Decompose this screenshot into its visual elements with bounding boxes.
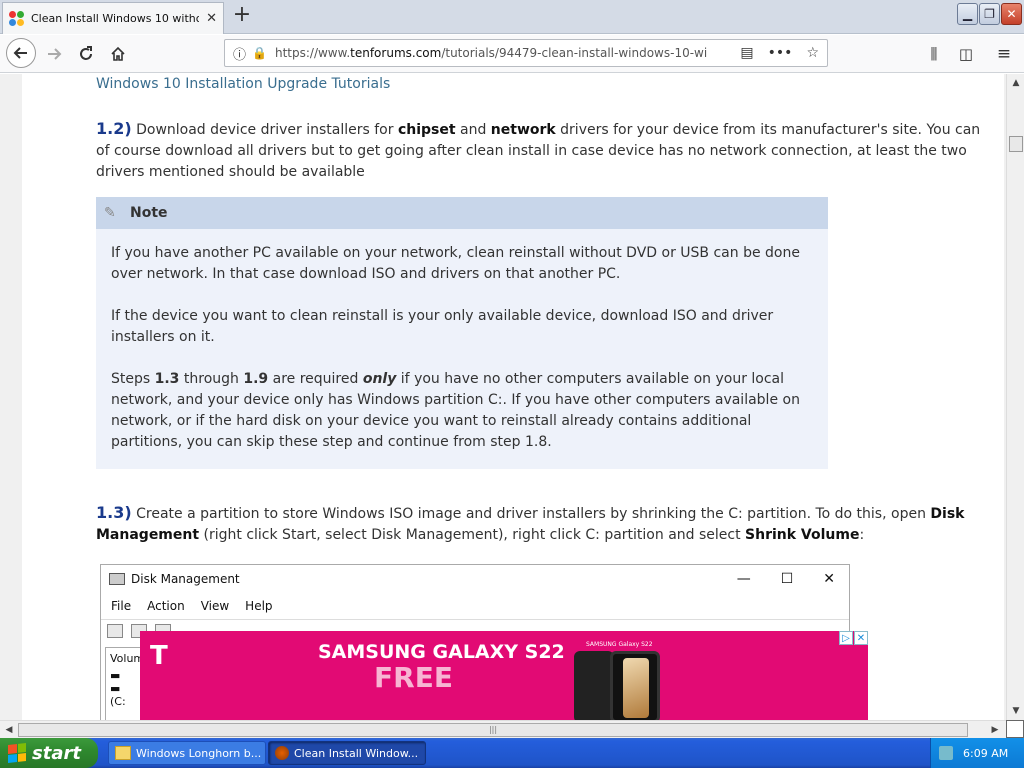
tab-title: Clean Install Windows 10 without: [31, 12, 199, 25]
dm-menu-view: View: [200, 599, 230, 613]
network-tray-icon[interactable]: [939, 746, 953, 760]
dm-menu-action: Action: [147, 599, 185, 613]
scroll-down-icon[interactable]: ▼: [1009, 704, 1023, 718]
dm-titlebar: Disk Management — ☐ ✕: [101, 565, 849, 593]
tab-bar: Clean Install Windows 10 without ✕ + ▁ ❐…: [0, 0, 1024, 34]
scroll-left-icon[interactable]: ◀: [2, 723, 16, 737]
dm-minimize-icon: —: [736, 571, 751, 587]
note-pencil-icon: ✎: [104, 205, 116, 221]
url-text[interactable]: https://www.tenforums.com/tutorials/9447…: [275, 46, 740, 60]
home-icon: [111, 46, 125, 61]
forward-arrow-icon: [48, 48, 62, 60]
clock: 6:09 AM: [963, 746, 1009, 760]
dm-menu-help: Help: [245, 599, 273, 613]
tenforums-favicon-icon: [9, 10, 25, 27]
dm-menubar: File Action View Help: [101, 593, 849, 619]
horizontal-scrollbar[interactable]: ◀ ||| ▶: [0, 720, 1006, 738]
sidebar-icon: ◫: [958, 45, 974, 63]
window-controls: ▁ ❐ ✕: [957, 3, 1022, 25]
reader-view-icon[interactable]: ▤: [740, 45, 753, 61]
bookmark-star-icon[interactable]: ☆: [806, 45, 819, 61]
tab-close-icon[interactable]: ✕: [206, 11, 217, 26]
new-tab-button[interactable]: +: [230, 4, 254, 28]
ad-subtitle: FREE: [374, 661, 453, 694]
note-paragraph: If the device you want to clean reinstal…: [111, 308, 774, 345]
page-viewport: Windows 10 Installation Upgrade Tutorial…: [0, 74, 1024, 720]
step-1-3: 1.3) Create a partition to store Windows…: [96, 503, 965, 543]
dm-close-icon: ✕: [823, 571, 835, 587]
horizontal-scroll-thumb[interactable]: |||: [18, 723, 968, 737]
t-mobile-logo: T: [150, 641, 168, 671]
vertical-scroll-thumb[interactable]: [1009, 136, 1023, 152]
ad-title: SAMSUNG GALAXY S22: [318, 641, 565, 663]
note-body: If you have another PC available on your…: [96, 229, 828, 453]
note-box: ✎ Note If you have another PC available …: [96, 197, 828, 469]
menu-button[interactable]: ≡: [990, 40, 1018, 68]
dm-back-icon: [107, 623, 123, 638]
navigation-toolbar: ⓘ 🔒 https://www.tenforums.com/tutorials/…: [0, 35, 1024, 73]
start-label: start: [32, 742, 81, 764]
windows-flag-icon: [8, 743, 26, 763]
tab-active[interactable]: Clean Install Windows 10 without ✕: [2, 2, 224, 34]
article-content: Windows 10 Installation Upgrade Tutorial…: [22, 74, 1004, 720]
minimize-button[interactable]: ▁: [957, 3, 978, 25]
dm-volume-list: Volum ▬ ▬ (C:: [105, 647, 145, 720]
firefox-icon: [275, 746, 289, 760]
adchoices-icon[interactable]: ▷: [839, 631, 853, 645]
dm-maximize-icon: ☐: [780, 571, 794, 587]
hamburger-menu-icon: ≡: [996, 44, 1012, 64]
dm-menu-file: File: [111, 599, 132, 613]
taskbar-item-explorer[interactable]: Windows Longhorn b...: [108, 741, 266, 765]
address-bar[interactable]: ⓘ 🔒 https://www.tenforums.com/tutorials/…: [224, 39, 828, 67]
start-button[interactable]: start: [0, 738, 98, 768]
step-1-2: 1.2) Download device driver installers f…: [96, 119, 981, 180]
scroll-up-icon[interactable]: ▲: [1009, 76, 1023, 90]
sidebar-button[interactable]: ◫: [952, 40, 980, 68]
restore-button[interactable]: ❐: [979, 3, 1000, 25]
page-actions-icon[interactable]: •••: [768, 45, 793, 61]
dm-title: Disk Management: [131, 572, 240, 586]
forward-button[interactable]: [40, 40, 68, 68]
note-heading: Note: [130, 205, 168, 221]
advertisement-banner[interactable]: T SAMSUNG GALAXY S22 FREE SAMSUNG Galaxy…: [140, 631, 868, 720]
scroll-corner: [1006, 720, 1024, 738]
dm-list-header: Volum: [110, 652, 145, 665]
reload-icon: [80, 46, 92, 60]
reload-button[interactable]: [72, 40, 100, 68]
note-paragraph: If you have another PC available on your…: [111, 245, 800, 282]
breadcrumb-link[interactable]: Windows 10 Installation Upgrade Tutorial…: [96, 76, 390, 92]
close-window-button[interactable]: ✕: [1001, 3, 1022, 25]
note-header: ✎ Note: [96, 197, 828, 229]
vertical-scrollbar[interactable]: ▲ ▼: [1006, 74, 1024, 720]
library-icon: ⫼: [930, 45, 938, 63]
lock-icon[interactable]: 🔒: [252, 46, 267, 60]
ad-phone-label: SAMSUNG Galaxy S22: [586, 641, 653, 648]
scroll-right-icon[interactable]: ▶: [988, 723, 1002, 737]
dm-list-item: (C:: [110, 695, 126, 708]
system-tray: 6:09 AM: [930, 738, 1024, 768]
back-button[interactable]: [6, 38, 36, 68]
disk-management-icon: [109, 573, 125, 585]
taskbar: start Windows Longhorn b... Clean Instal…: [0, 738, 1024, 768]
taskbar-item-firefox[interactable]: Clean Install Window...: [268, 741, 426, 765]
info-icon[interactable]: ⓘ: [233, 44, 246, 63]
folder-icon: [115, 746, 131, 760]
note-paragraph: Steps 1.3 through 1.9 are required only …: [111, 371, 800, 450]
home-button[interactable]: [104, 40, 132, 68]
ad-close-icon[interactable]: ✕: [854, 631, 868, 645]
library-button[interactable]: ⫼: [920, 40, 948, 68]
step-number: 1.2): [96, 119, 132, 138]
back-arrow-icon: [13, 47, 27, 59]
phone-image: [574, 651, 660, 720]
step-number: 1.3): [96, 503, 132, 522]
